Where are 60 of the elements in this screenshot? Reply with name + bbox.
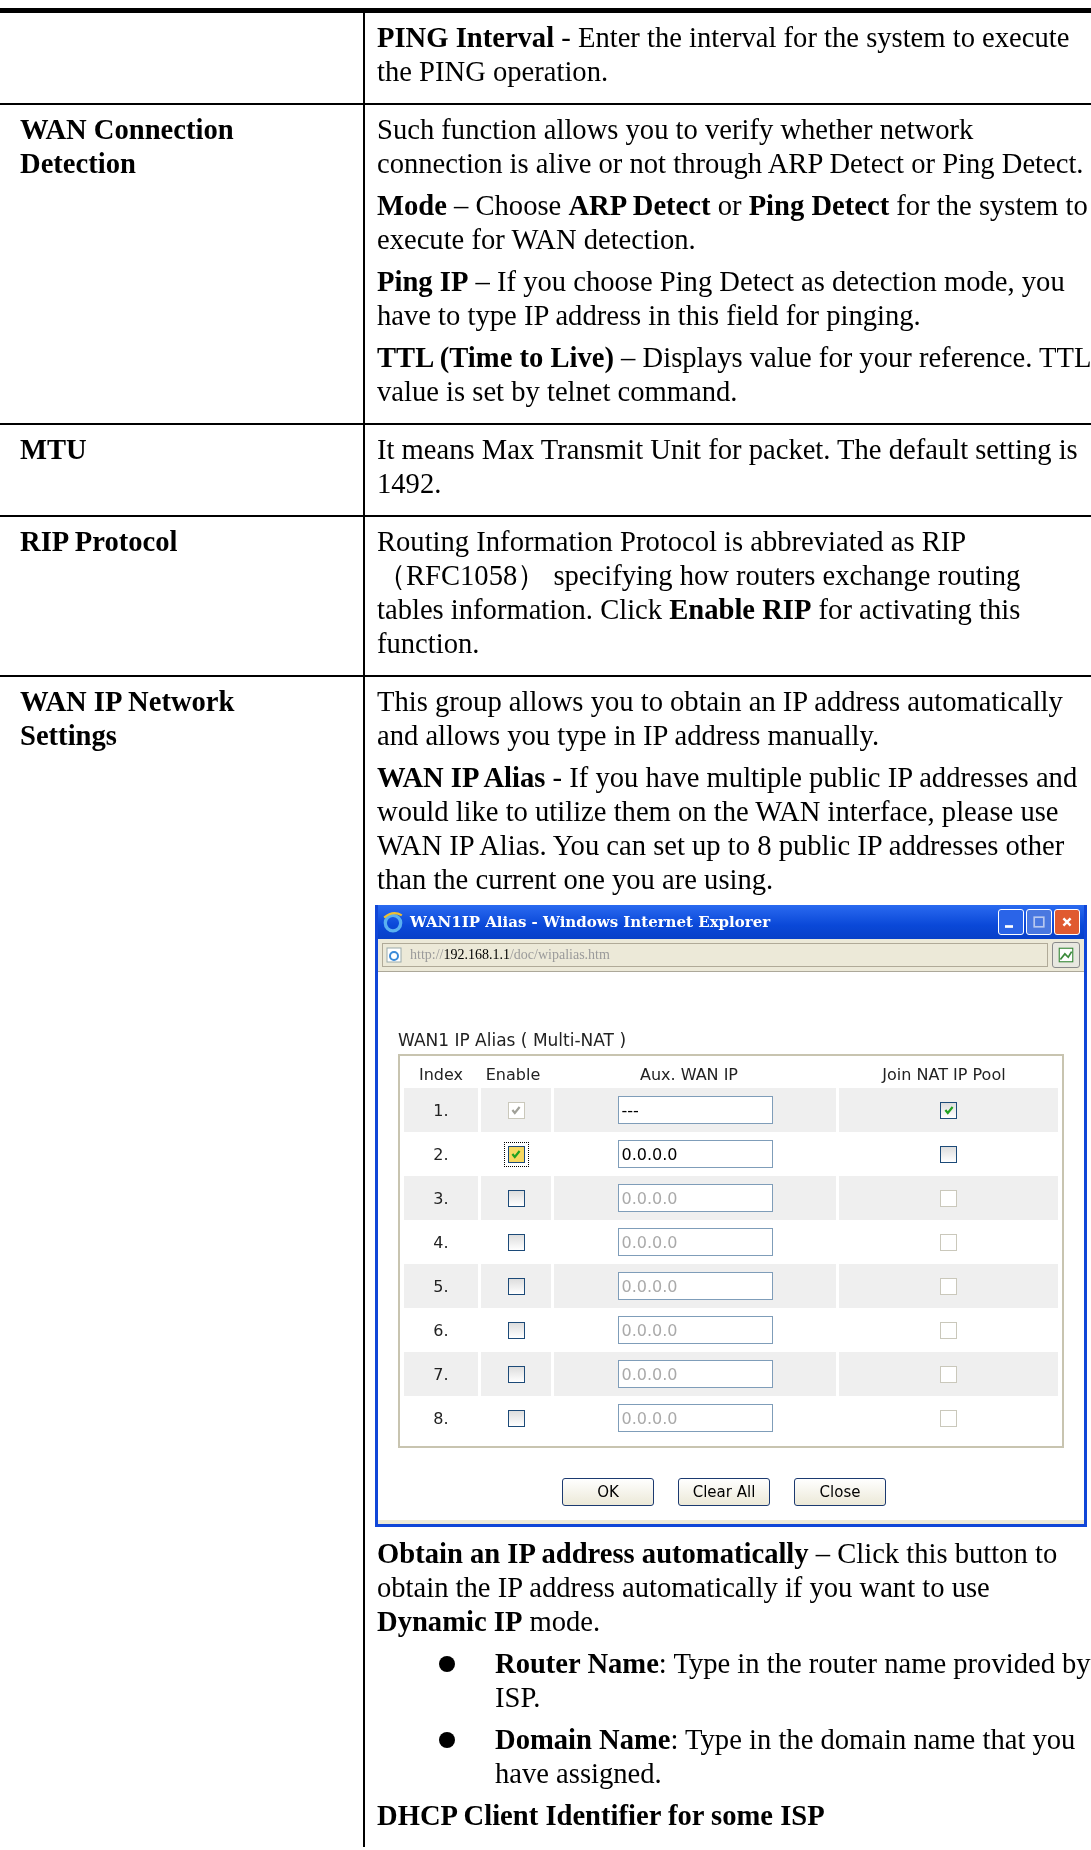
page-icon [386,947,402,963]
bullet-icon [439,1732,455,1748]
enable-checkbox[interactable] [507,1409,525,1427]
column-header: Aux. WAN IP [638,1064,739,1084]
index-cell: 3. [433,1188,449,1208]
browser-icon [382,911,404,933]
minimize-button[interactable] [998,909,1024,935]
enable-checkbox[interactable] [507,1189,525,1207]
bullet-icon [439,1656,455,1672]
index-cell: 1. [433,1100,449,1120]
column-header: Index [417,1064,464,1084]
enable-checkbox[interactable] [507,1277,525,1295]
enable-checkbox[interactable] [507,1233,525,1251]
close-button[interactable] [1054,909,1080,935]
bullet-text: Domain Name: Type in the domain name that you have assigned. [495,1723,1077,1791]
dialog-button[interactable]: OK [562,1478,654,1506]
chart-icon [1057,946,1075,964]
window-title: WAN1IP Alias - Windows Internet Explorer [410,913,772,931]
minimize-icon [1005,925,1013,928]
address-field[interactable]: http://192.168.1.1/doc/wipalias.htm [382,943,1048,967]
row-label: WAN Connection Detection [20,113,235,181]
check-icon [510,1148,522,1160]
maximize-button[interactable] [1026,909,1052,935]
index-cell: 6. [433,1320,449,1340]
dialog-button[interactable]: Close [794,1478,886,1506]
index-cell: 5. [433,1276,449,1296]
description-text: Routing Information Protocol is abbreviated as RIP （RFC1058） specifying how routers exchange routing tables information. Click Enable RIP for activating this function. [377,525,1022,661]
index-cell: 7. [433,1364,449,1384]
maximize-icon [1033,916,1045,928]
index-cell: 8. [433,1408,449,1428]
check-icon [942,1104,955,1116]
description-text: Obtain an IP address automatically – Click this button to obtain the IP address automatically if you want to use Dynamic IP mode. [377,1537,1059,1639]
section-heading: WAN1 IP Alias ( Multi-NAT ) [398,1030,628,1050]
image-icon[interactable] [1052,942,1080,968]
column-header: Enable [484,1064,542,1084]
row-label: WAN IP Network Settings [20,685,236,753]
description-text: DHCP Client Identifier for some ISP [377,1799,826,1833]
description-text: Mode – Choose ARP Detect or Ping Detect for the system to execute for WAN detection. [377,189,1089,257]
description-text: PING Interval - Enter the interval for the system to execute the PING operation. [377,21,1071,89]
description-text: Ping IP – If you choose Ping Detect as detection mode, you have to type IP address in this field for pinging. [377,265,1066,333]
join-checkbox[interactable] [940,1145,957,1163]
description-text: WAN IP Alias - If you have multiple public IP addresses and would like to utilize them on the WAN interface, please use WAN IP Alias. You can set up to 8 public IP addresses other than the current one you are using. [377,761,1079,897]
dialog-button[interactable]: Clear All [678,1478,770,1506]
index-cell: 4. [433,1232,449,1252]
description-text: Such function allows you to verify whether network connection is alive or not through ARP Detect or Ping Detect. [377,113,1085,181]
enable-checkbox[interactable] [507,1365,525,1383]
row-label: RIP Protocol [20,525,179,559]
join-checkbox[interactable] [940,1101,957,1119]
bullet-text: Router Name: Type in the router name provided by ISP. [495,1647,1091,1715]
ip-field[interactable]: 0.0.0.0 [617,1140,773,1168]
close-icon [1061,916,1073,928]
row-label: MTU [20,433,88,467]
description-text: TTL (Time to Live) – Displays value for your reference. TTL value is set by telnet command. [377,341,1091,409]
description-text: This group allows you to obtain an IP address automatically and allows you type in IP address manually. [377,685,1064,753]
column-header: Join NAT IP Pool [880,1064,1007,1084]
check-icon [510,1104,522,1116]
index-cell: 2. [433,1144,449,1164]
ip-field[interactable]: --- [617,1096,773,1124]
description-text: It means Max Transmit Unit for packet. The default setting is 1492. [377,433,1079,501]
enable-checkbox[interactable] [507,1321,525,1339]
